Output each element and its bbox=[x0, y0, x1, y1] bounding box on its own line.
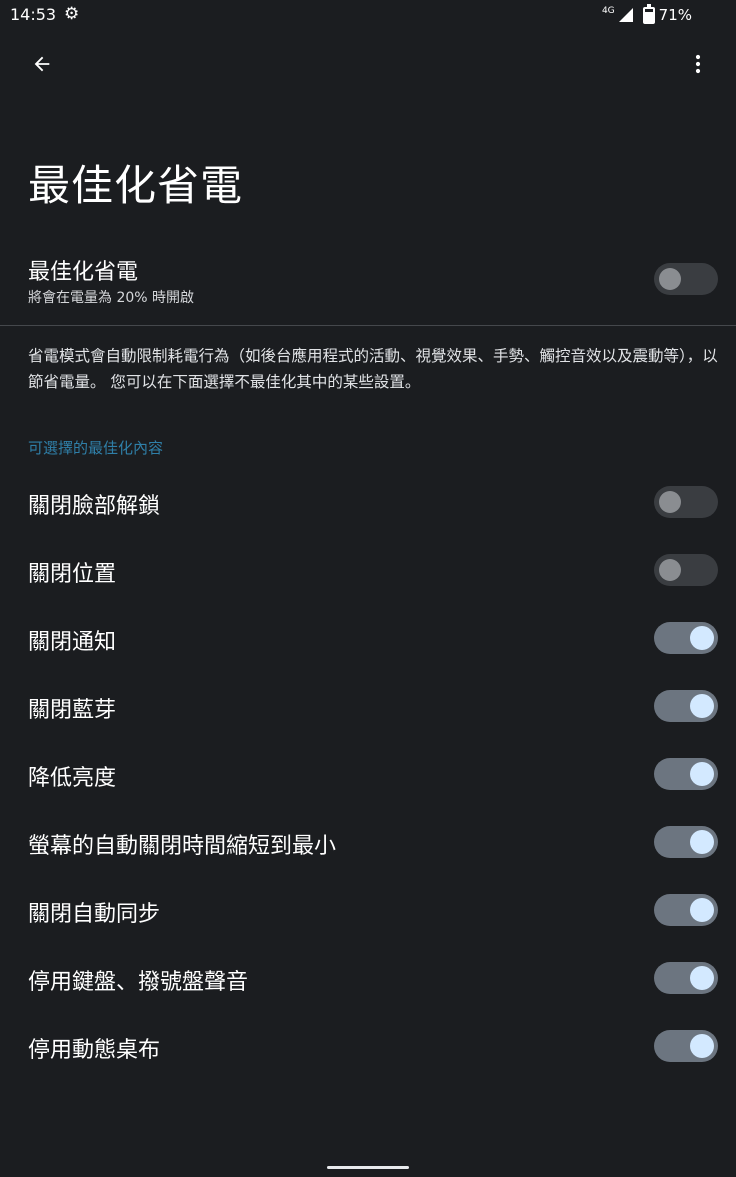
more-options-button[interactable] bbox=[680, 46, 716, 82]
back-button[interactable] bbox=[24, 46, 60, 82]
switch-thumb bbox=[690, 966, 714, 990]
option-row-live-wallpaper[interactable]: 停用動態桌布 bbox=[0, 1018, 736, 1074]
option-label: 降低亮度 bbox=[28, 766, 117, 791]
status-bar: 14:53 ⚙ 4G 71% bbox=[0, 0, 736, 30]
option-row-screen-timeout[interactable]: 螢幕的自動關閉時間縮短到最小 bbox=[0, 814, 736, 870]
option-label: 螢幕的自動關閉時間縮短到最小 bbox=[28, 834, 337, 859]
option-label: 關閉臉部解鎖 bbox=[28, 494, 161, 519]
option-switch-location[interactable] bbox=[654, 554, 718, 586]
switch-thumb bbox=[690, 694, 714, 718]
option-switch-live-wallpaper[interactable] bbox=[654, 1030, 718, 1062]
option-row-keyboard-sounds[interactable]: 停用鍵盤、撥號盤聲音 bbox=[0, 950, 736, 1006]
option-row-auto-sync[interactable]: 關閉自動同步 bbox=[0, 882, 736, 938]
option-row-location[interactable]: 關閉位置 bbox=[0, 542, 736, 598]
more-vert-icon bbox=[695, 54, 701, 74]
option-switch-face-unlock[interactable] bbox=[654, 486, 718, 518]
master-toggle-title: 最佳化省電 bbox=[28, 260, 139, 285]
gesture-nav-handle[interactable] bbox=[327, 1166, 409, 1169]
battery-icon bbox=[642, 3, 655, 24]
battery-percent: 71% bbox=[658, 6, 692, 24]
arrow-left-icon bbox=[34, 56, 50, 72]
status-time: 14:53 bbox=[10, 5, 57, 24]
master-switch[interactable] bbox=[654, 263, 718, 295]
option-label: 關閉藍芽 bbox=[28, 698, 117, 723]
switch-thumb bbox=[659, 491, 681, 513]
option-label: 關閉自動同步 bbox=[28, 902, 161, 927]
switch-thumb bbox=[690, 830, 714, 854]
battery-saver-screen: 14:53 ⚙ 4G 71% 最佳化省電 最佳化省電 將會在電量為 20% 時開… bbox=[0, 0, 736, 1177]
option-switch-bluetooth[interactable] bbox=[654, 690, 718, 722]
option-switch-brightness[interactable] bbox=[654, 758, 718, 790]
switch-thumb bbox=[690, 898, 714, 922]
switch-thumb bbox=[659, 559, 681, 581]
page-title: 最佳化省電 bbox=[28, 161, 244, 210]
switch-thumb bbox=[659, 268, 681, 290]
gear-icon: ⚙ bbox=[64, 4, 80, 24]
option-label: 停用動態桌布 bbox=[28, 1038, 161, 1063]
option-label: 關閉通知 bbox=[28, 630, 117, 655]
switch-thumb bbox=[690, 626, 714, 650]
description-text: 省電模式會自動限制耗電行為（如後台應用程式的活動、視覺效果、手勢、觸控音效以及震… bbox=[28, 347, 718, 391]
option-switch-keyboard-sounds[interactable] bbox=[654, 962, 718, 994]
master-toggle-summary: 將會在電量為 20% 時開啟 bbox=[28, 290, 195, 306]
network-type: 4G bbox=[601, 6, 615, 16]
option-label: 停用鍵盤、撥號盤聲音 bbox=[28, 970, 249, 995]
option-switch-screen-timeout[interactable] bbox=[654, 826, 718, 858]
switch-thumb bbox=[690, 1034, 714, 1058]
section-header: 可選擇的最佳化內容 bbox=[28, 439, 164, 457]
switch-thumb bbox=[690, 762, 714, 786]
status-indicators: 4G 71% bbox=[601, 3, 692, 25]
master-toggle-row[interactable]: 最佳化省電 將會在電量為 20% 時開啟 bbox=[0, 248, 736, 318]
option-row-brightness[interactable]: 降低亮度 bbox=[0, 746, 736, 802]
option-row-bluetooth[interactable]: 關閉藍芽 bbox=[0, 678, 736, 734]
option-row-face-unlock[interactable]: 關閉臉部解鎖 bbox=[0, 474, 736, 530]
divider bbox=[0, 325, 736, 326]
option-row-notifications[interactable]: 關閉通知 bbox=[0, 610, 736, 666]
option-switch-auto-sync[interactable] bbox=[654, 894, 718, 926]
option-label: 關閉位置 bbox=[28, 562, 117, 587]
option-switch-notifications[interactable] bbox=[654, 622, 718, 654]
signal-icon bbox=[618, 8, 633, 22]
